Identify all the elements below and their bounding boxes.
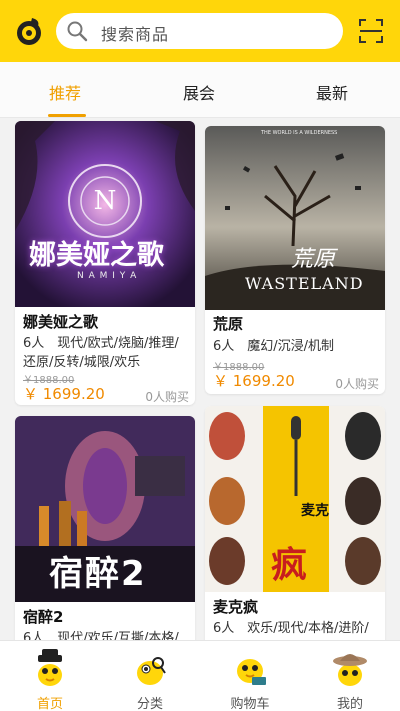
search-icon <box>67 21 88 42</box>
cart-mascot-icon <box>237 659 266 685</box>
product-card[interactable]: 麦克 疯 麦克疯 6人 欢乐/现代/本格/进阶/ <box>205 406 385 640</box>
nav-category[interactable]: 分类 <box>100 641 200 711</box>
nav-cart[interactable]: 购物车 <box>200 641 300 711</box>
product-card[interactable]: 宿醉2 宿醉2 6人 现代/欢乐/互撕/本格/ <box>15 416 195 640</box>
search-bar[interactable]: 搜索商品 <box>56 13 343 49</box>
search-input[interactable]: 搜索商品 <box>101 21 169 45</box>
product-poster: 麦克 疯 <box>205 406 385 592</box>
tab-exhibition[interactable]: 展会 <box>183 80 215 104</box>
product-poster: THE WORLD IS A WILDERNESS 荒原 WASTELAND <box>205 126 385 310</box>
poster-tagline-text: THE WORLD IS A WILDERNESS <box>261 130 338 136</box>
nav-profile[interactable]: 我的 <box>300 641 400 711</box>
tab-recommend[interactable]: 推荐 <box>49 80 81 104</box>
nav-home-label: 首页 <box>36 697 63 711</box>
poster-title-text: 疯 <box>271 545 308 586</box>
product-tags: 6人 现代/欧式/烧脑/推理/还原/反转/城限/欢乐 <box>23 336 179 370</box>
product-card[interactable]: THE WORLD IS A WILDERNESS 荒原 WASTELAND 荒… <box>205 126 385 394</box>
product-price: ￥ 1699.20 <box>213 372 295 390</box>
product-grid: N 娜美娅之歌 N A M I Y A 娜美娅之歌 6人 现代/欧式/烧脑/推理… <box>0 118 400 640</box>
product-poster: N 娜美娅之歌 N A M I Y A <box>15 121 195 307</box>
bottom-navigation: 首页 分类 购物车 我的 <box>0 640 400 711</box>
product-title: 麦克疯 <box>213 598 259 616</box>
poster-subtitle-text: WASTELAND <box>245 274 364 293</box>
nav-cart-label: 购物车 <box>230 697 270 711</box>
product-tags: 6人 魔幻/沉浸/机制 <box>213 339 335 354</box>
product-card[interactable]: N 娜美娅之歌 N A M I Y A 娜美娅之歌 6人 现代/欧式/烧脑/推理… <box>15 121 195 405</box>
tab-latest[interactable]: 最新 <box>316 80 348 104</box>
poster-subtitle-text: 麦克 <box>301 503 329 519</box>
product-tags: 6人 欢乐/现代/本格/进阶/ <box>213 621 369 636</box>
product-sold-count: 0人购买 <box>145 390 189 404</box>
product-title: 娜美娅之歌 <box>23 313 99 331</box>
product-price: ￥ 1699.20 <box>23 385 105 403</box>
category-tabs: 推荐 展会 最新 <box>0 62 400 118</box>
poster-title-text: 宿醉2 <box>49 554 147 594</box>
poster-title-text: 娜美娅之歌 <box>29 240 164 271</box>
active-tab-indicator <box>48 114 86 117</box>
product-title: 宿醉2 <box>23 608 64 626</box>
product-poster: 宿醉2 <box>15 416 195 602</box>
poster-subtitle-text: N A M I Y A <box>77 271 138 281</box>
nav-profile-label: 我的 <box>336 697 363 711</box>
profile-mascot-icon <box>333 654 367 686</box>
product-tags: 6人 现代/欢乐/互撕/本格/ <box>23 631 179 640</box>
category-mascot-icon <box>137 657 166 685</box>
app-logo-icon[interactable] <box>14 16 44 46</box>
home-mascot-icon <box>38 649 62 686</box>
poster-title-text: 荒原 <box>291 247 336 272</box>
scan-icon[interactable] <box>358 18 384 44</box>
top-header: 搜索商品 <box>0 0 400 62</box>
nav-home[interactable]: 首页 <box>0 641 100 711</box>
product-sold-count: 0人购买 <box>335 377 379 391</box>
nav-category-label: 分类 <box>136 697 163 711</box>
product-title: 荒原 <box>213 315 244 333</box>
svg-text:N: N <box>94 186 117 216</box>
